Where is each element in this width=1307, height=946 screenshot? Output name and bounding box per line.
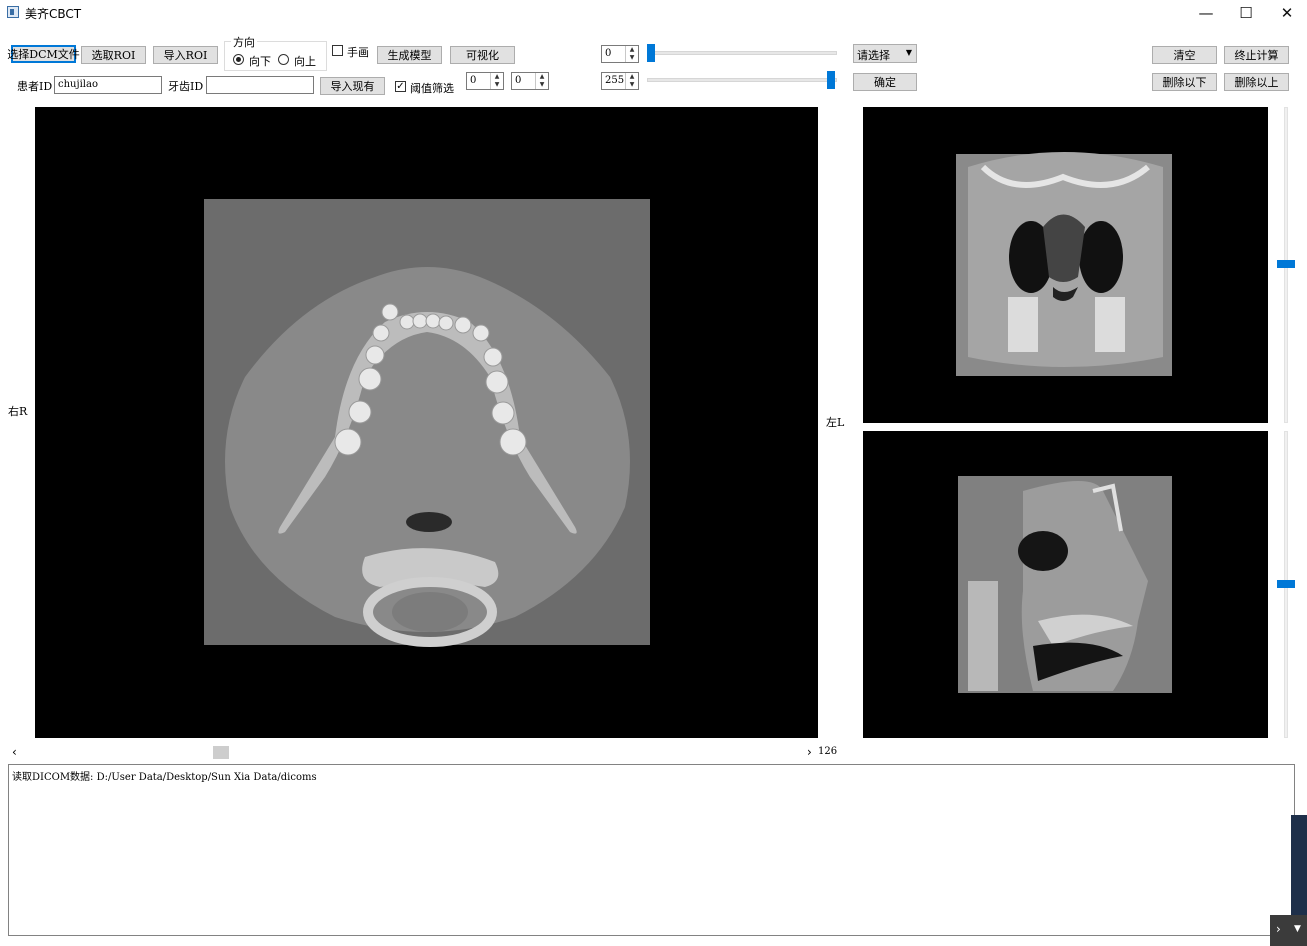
level-high-slider[interactable] xyxy=(647,78,837,82)
sagittal-view[interactable] xyxy=(863,431,1268,738)
chevron-down-icon[interactable]: ▼ xyxy=(1294,924,1301,934)
confirm-button[interactable]: 确定 xyxy=(853,73,917,91)
coronal-view[interactable] xyxy=(863,107,1268,423)
import-existing-button[interactable]: 导入现有 xyxy=(320,77,385,95)
axial-slice-scroll-thumb[interactable] xyxy=(213,746,229,759)
spin-arrows-icon[interactable]: ▲ ▼ xyxy=(535,73,548,89)
level-low-value: 0 xyxy=(605,48,612,59)
orientation-left-label: 左L xyxy=(826,416,845,429)
threshold-filter-label: 阈值筛选 xyxy=(410,82,454,95)
log-output[interactable]: 读取DICOM数据: D:/User Data/Desktop/Sun Xia … xyxy=(8,764,1295,936)
level-high-value: 255 xyxy=(605,75,625,86)
stop-calc-button[interactable]: 终止计算 xyxy=(1224,46,1289,64)
threshold-min-spinbox[interactable]: 0 ▲ ▼ xyxy=(466,72,504,90)
threshold-min-value: 0 xyxy=(470,75,477,86)
threshold-filter-checkbox[interactable]: ✓ xyxy=(395,81,406,92)
sagittal-ct-slice-image xyxy=(958,476,1172,693)
level-high-spinbox[interactable]: 255 ▲ ▼ xyxy=(601,72,639,90)
chevron-down-icon: ▼ xyxy=(905,48,912,57)
maximize-button[interactable]: ☐ xyxy=(1223,0,1269,26)
slice-index: 126 xyxy=(818,746,838,757)
level-low-slider[interactable] xyxy=(647,51,837,55)
level-high-slider-handle[interactable] xyxy=(827,71,835,89)
patient-id-input[interactable]: chujilao xyxy=(54,76,162,94)
scroll-left-icon[interactable]: ‹ xyxy=(12,745,17,759)
level-low-spinbox[interactable]: 0 ▲ ▼ xyxy=(601,45,639,63)
threshold-max-value: 0 xyxy=(515,75,522,86)
delete-above-button[interactable]: 删除以上 xyxy=(1224,73,1289,91)
hand-draw-checkbox[interactable] xyxy=(332,45,343,56)
orientation-right-label: 右R xyxy=(8,405,28,418)
coronal-slice-slider-handle[interactable] xyxy=(1277,260,1295,268)
clear-button[interactable]: 清空 xyxy=(1152,46,1217,64)
direction-up-label: 向上 xyxy=(294,55,316,68)
select-dcm-button[interactable]: 选择DCM文件 xyxy=(7,45,80,63)
scroll-right-icon[interactable]: › xyxy=(807,745,812,759)
direction-down-radio[interactable] xyxy=(233,54,244,65)
direction-down-label: 向下 xyxy=(249,55,271,68)
close-button[interactable]: ✕ xyxy=(1264,0,1307,26)
preset-dropdown[interactable]: 请选择 ▼ xyxy=(853,44,917,63)
direction-label: 方向 xyxy=(231,34,257,50)
patient-id-label: 患者ID xyxy=(17,80,53,93)
coronal-ct-slice-image xyxy=(956,152,1172,376)
spin-arrows-icon[interactable]: ▲ ▼ xyxy=(625,73,638,89)
select-roi-button[interactable]: 选取ROI xyxy=(81,46,146,64)
hand-draw-label: 手画 xyxy=(347,46,369,59)
threshold-max-spinbox[interactable]: 0 ▲ ▼ xyxy=(511,72,549,90)
window-title: 美齐CBCT xyxy=(25,7,82,21)
level-low-slider-handle[interactable] xyxy=(647,44,655,62)
taskbar-corner: › ▼ xyxy=(1270,915,1307,946)
axial-ct-slice-image xyxy=(204,199,650,647)
preset-dropdown-value: 请选择 xyxy=(857,49,890,62)
desktop-peek-thumbnail xyxy=(1291,815,1307,915)
title-bar: 美齐CBCT — ☐ ✕ xyxy=(0,0,1307,26)
chevron-right-icon[interactable]: › xyxy=(1276,922,1281,936)
tooth-id-input[interactable] xyxy=(206,76,314,94)
spin-arrows-icon[interactable]: ▲ ▼ xyxy=(625,46,638,62)
sagittal-slice-slider-handle[interactable] xyxy=(1277,580,1295,588)
log-line: 读取DICOM数据: D:/User Data/Desktop/Sun Xia … xyxy=(12,772,317,783)
direction-up-radio[interactable] xyxy=(278,54,289,65)
visualize-button[interactable]: 可视化 xyxy=(450,46,515,64)
axial-view[interactable] xyxy=(35,107,818,738)
generate-model-button[interactable]: 生成模型 xyxy=(377,46,442,64)
tooth-id-label: 牙齿ID xyxy=(168,80,204,93)
spin-arrows-icon[interactable]: ▲ ▼ xyxy=(490,73,503,89)
delete-below-button[interactable]: 删除以下 xyxy=(1152,73,1217,91)
app-icon xyxy=(7,6,19,18)
import-roi-button[interactable]: 导入ROI xyxy=(153,46,218,64)
